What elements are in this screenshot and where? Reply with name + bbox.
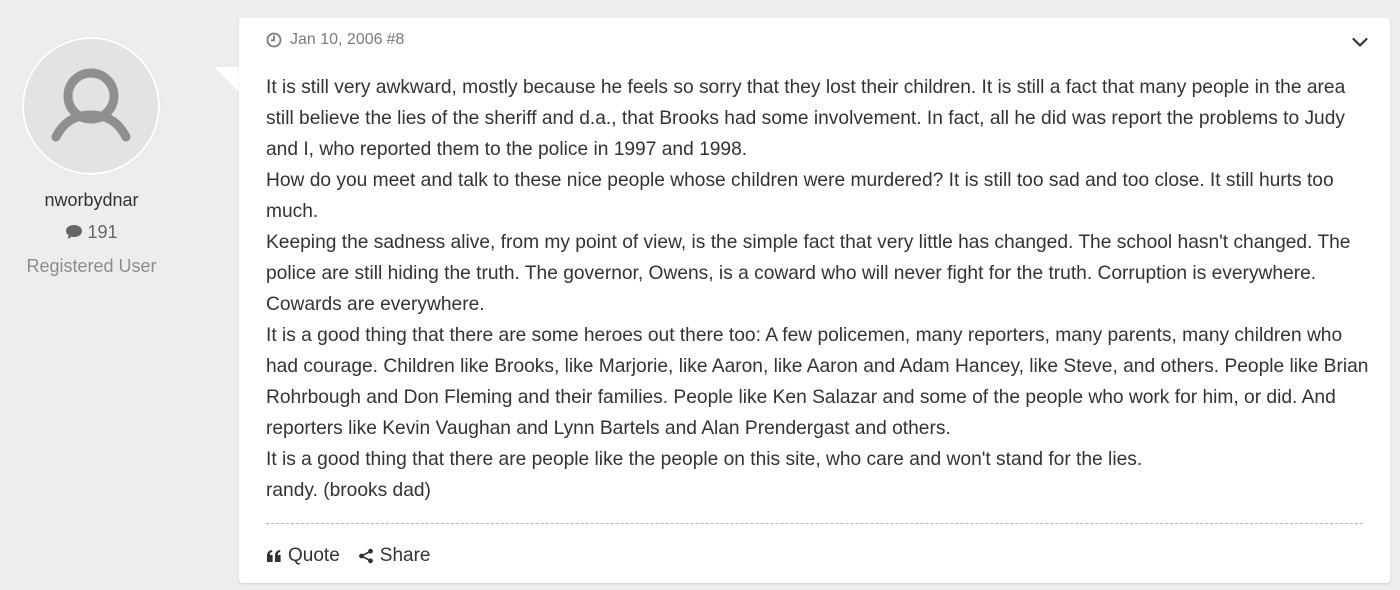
- post-paragraph: How do you meet and talk to these nice p…: [266, 170, 1334, 222]
- post-actions: Quote Share: [266, 545, 448, 567]
- user-info-panel: nworbydnar 191 Registered User: [0, 0, 183, 590]
- post-meta: Jan 10, 2006 #8: [266, 31, 404, 49]
- chevron-down-icon: [1352, 37, 1368, 47]
- speech-bubble-icon: [66, 225, 83, 239]
- post-count: 191: [0, 222, 183, 243]
- post-divider: [266, 523, 1363, 524]
- user-silhouette-icon: [51, 68, 131, 142]
- share-label: Share: [379, 545, 431, 566]
- user-title: Registered User: [26, 256, 157, 276]
- post-paragraph: Keeping the sadness alive, from my point…: [266, 232, 1351, 315]
- post-paragraph: It is a good thing that there are some h…: [266, 325, 1369, 439]
- post-paragraph: randy. (brooks dad): [266, 480, 431, 501]
- share-button[interactable]: Share: [358, 545, 431, 567]
- share-icon: [358, 548, 373, 564]
- post-number[interactable]: #8: [387, 31, 405, 49]
- username[interactable]: nworbydnar: [0, 190, 183, 211]
- post-date[interactable]: Jan 10, 2006: [290, 31, 383, 49]
- clock-icon: [266, 32, 282, 48]
- post-paragraph: It is still very awkward, mostly because…: [266, 77, 1346, 160]
- post-body: It is still very awkward, mostly because…: [266, 72, 1371, 506]
- post-pointer: [214, 67, 240, 93]
- quote-icon: [267, 550, 281, 562]
- post-count-value: 191: [87, 222, 118, 242]
- post-card: Jan 10, 2006 #8 It is still very awkward…: [239, 18, 1390, 583]
- avatar[interactable]: [22, 37, 160, 175]
- quote-label: Quote: [288, 545, 340, 566]
- post-paragraph: It is a good thing that there are people…: [266, 449, 1143, 470]
- quote-button[interactable]: Quote: [266, 545, 340, 567]
- post-menu-toggle[interactable]: [1350, 32, 1370, 52]
